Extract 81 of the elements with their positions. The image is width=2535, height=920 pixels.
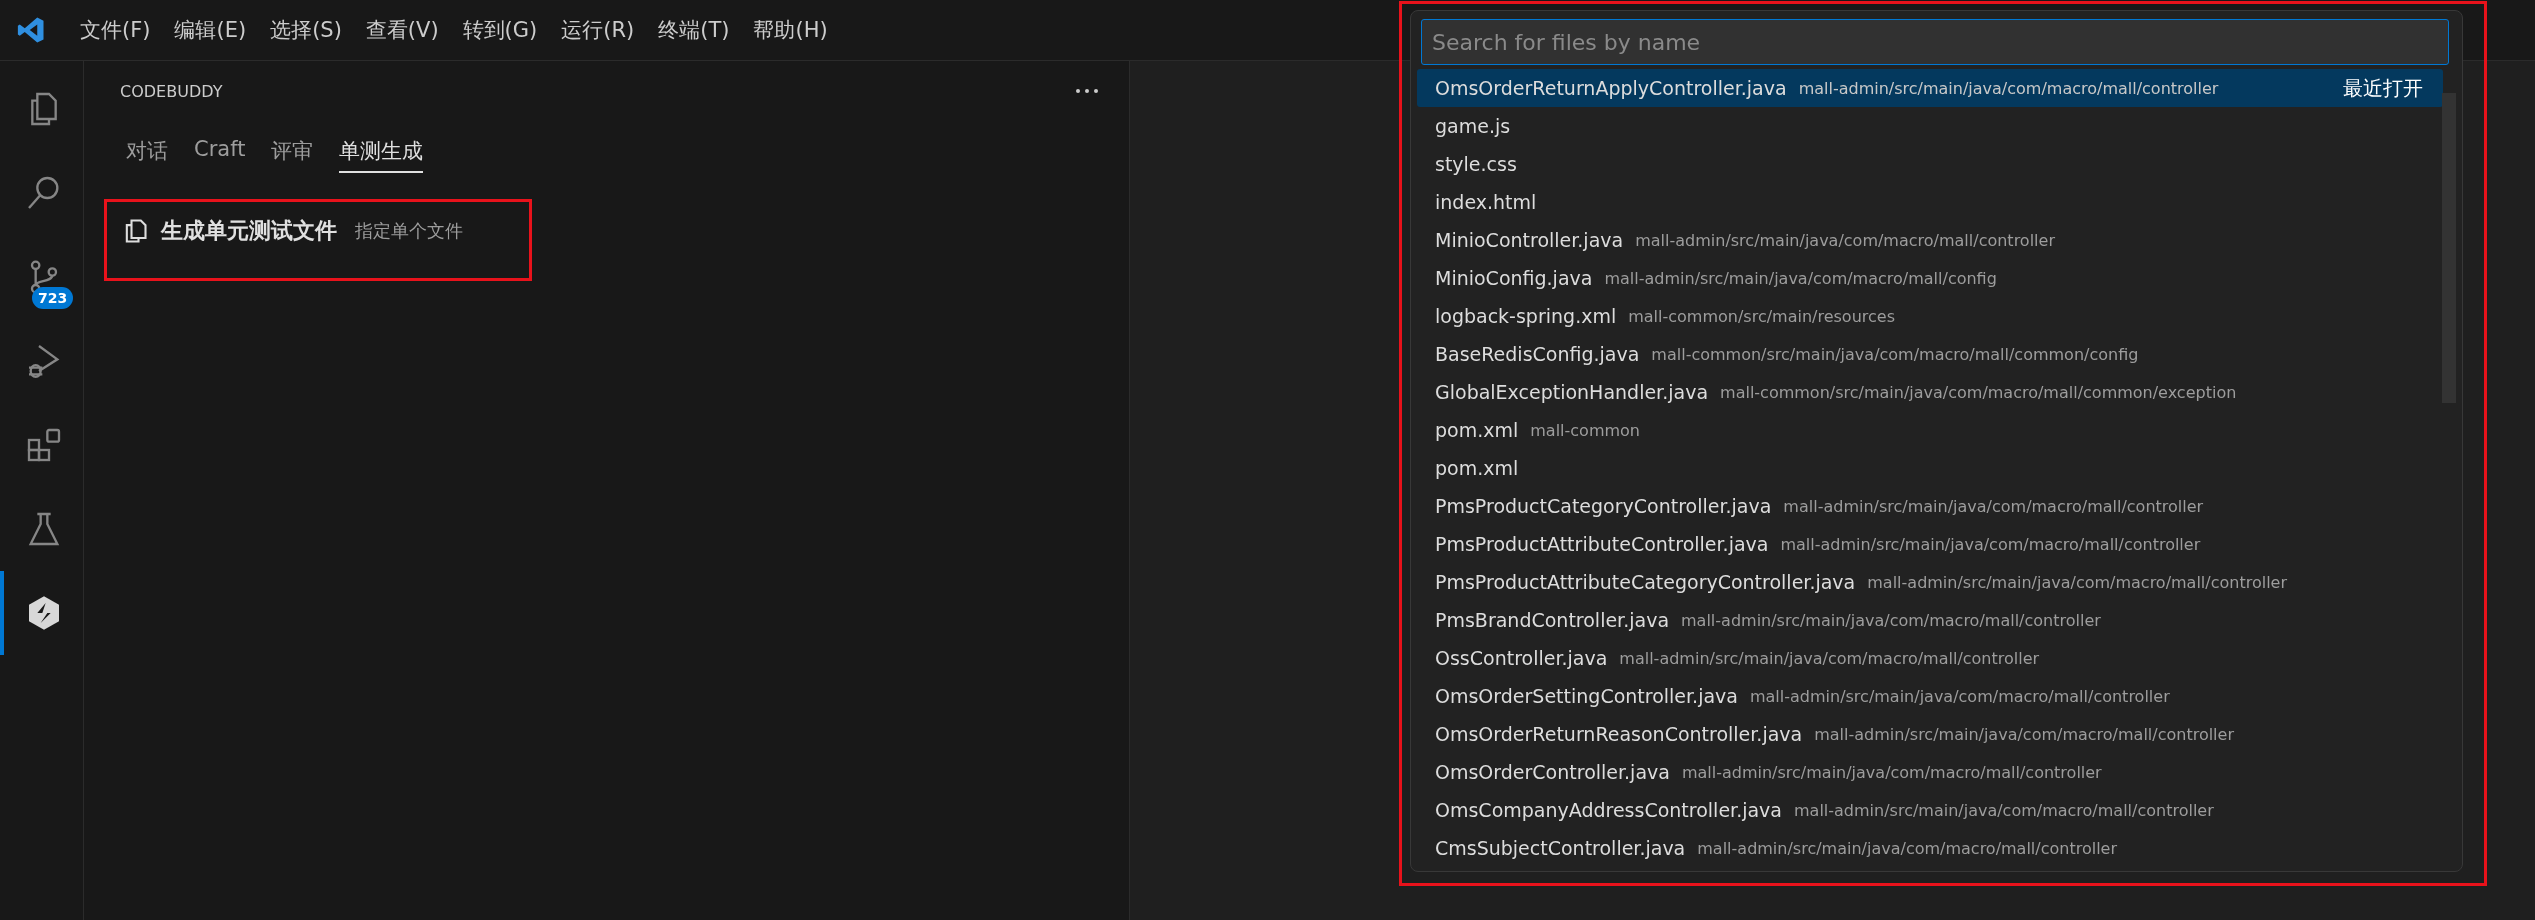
- file-path: mall-admin/src/main/java/com/macro/mall/controller: [1867, 572, 2288, 592]
- file-name: OssController.java: [1435, 647, 1608, 669]
- file-result[interactable]: style.css: [1417, 145, 2443, 183]
- recent-label: 最近打开: [2343, 74, 2423, 102]
- file-result[interactable]: OssController.java mall-admin/src/main/java/com/macro/mall/controller: [1417, 639, 2443, 677]
- panel-title: CODEBUDDY: [120, 81, 223, 101]
- source-control-tab[interactable]: 723: [0, 235, 83, 319]
- file-name: BaseRedisConfig.java: [1435, 343, 1640, 365]
- action-title[interactable]: 生成单元测试文件: [161, 216, 337, 246]
- file-path: mall-admin/src/main/java/com/macro/mall/controller: [1635, 230, 2055, 250]
- file-path: mall-admin/src/main/java/com/macro/mall/controller: [1749, 686, 2170, 706]
- file-name: PmsProductAttributeController.java: [1435, 533, 1769, 555]
- menu-item[interactable]: 转到(G): [450, 16, 550, 44]
- file-result[interactable]: OmsOrderReturnReasonController.java mall-admin/src/main/java/com/macro/mall/controller: [1417, 715, 2443, 753]
- file-name: logback-spring.xml: [1435, 305, 1617, 327]
- file-result[interactable]: PmsProductCategoryController.java mall-admin/src/main/java/com/macro/mall/controller: [1417, 487, 2443, 525]
- file-name: index.html: [1435, 191, 1537, 213]
- menu-item[interactable]: 运行(R): [549, 16, 647, 44]
- file-result[interactable]: BaseRedisConfig.java mall-common/src/main/java/com/macro/mall/common/config: [1417, 335, 2443, 373]
- file-path: mall-common/src/main/java/com/macro/mall/common/exception: [1720, 382, 2237, 402]
- file-path: mall-admin/src/main/java/com/macro/mall/controller: [1814, 724, 2234, 744]
- file-name: CmsSubjectController.java: [1435, 837, 1686, 859]
- file-result[interactable]: pom.xml mall-common: [1417, 411, 2443, 449]
- file-name: OmsOrderReturnReasonController.java: [1435, 723, 1803, 745]
- file-path: mall-admin/src/main/java/com/macro/mall/controller: [1681, 610, 2101, 630]
- menu-item[interactable]: 查看(V): [353, 16, 451, 44]
- logo-icon: [16, 15, 46, 45]
- file-path: mall-admin/src/main/java/com/macro/mall/controller: [1794, 800, 2214, 820]
- file-result[interactable]: OmsOrderController.java mall-admin/src/main/java/com/macro/mall/controller: [1417, 753, 2443, 791]
- file-path: mall-admin/src/main/java/com/macro/mall/controller: [1619, 648, 2040, 668]
- file-name: PmsProductCategoryController.java: [1435, 495, 1772, 517]
- file-result[interactable]: OmsOrderSettingController.java mall-admin/src/main/java/com/macro/mall/controller: [1417, 677, 2443, 715]
- menu-item[interactable]: 编辑(E): [162, 16, 259, 44]
- file-name: GlobalExceptionHandler.java: [1435, 381, 1709, 403]
- search-field[interactable]: Search for files by name: [1421, 19, 2449, 65]
- file-result[interactable]: PmsProductAttributeController.java mall-admin/src/main/java/com/macro/mall/controller: [1417, 525, 2443, 563]
- file-path: mall-admin/src/main/java/com/macro/mall/controller: [1798, 78, 2219, 98]
- count-badge: 723: [32, 287, 74, 309]
- menu-item[interactable]: 选择(S): [258, 16, 354, 44]
- file-path: mall-admin/src/main/java/com/macro/mall/controller: [1697, 838, 2118, 858]
- file-result[interactable]: index.html: [1417, 183, 2443, 221]
- more-icon[interactable]: [1075, 88, 1099, 94]
- file-name: OmsOrderSettingController.java: [1435, 685, 1738, 707]
- file-result[interactable]: logback-spring.xml mall-common/src/main/resources: [1417, 297, 2443, 335]
- file-name: OmsOrderController.java: [1435, 761, 1670, 783]
- scrollbar[interactable]: [2442, 93, 2456, 403]
- file-path: mall-common: [1530, 420, 1640, 440]
- file-name: OmsCompanyAddressController.java: [1435, 799, 1782, 821]
- panel-tab[interactable]: 对话: [126, 131, 168, 173]
- file-result[interactable]: CmsSubjectController.java mall-admin/src/main/java/com/macro/mall/controller: [1417, 829, 2443, 867]
- panel-tab[interactable]: 单测生成: [339, 131, 424, 173]
- file-result[interactable]: PmsBrandController.java mall-admin/src/main/java/com/macro/mall/controller: [1417, 601, 2443, 639]
- file-result[interactable]: MinioConfig.java mall-admin/src/main/java/com/macro/mall/config: [1417, 259, 2443, 297]
- panel-tab[interactable]: 评审: [271, 131, 314, 173]
- file-result[interactable]: MinioController.java mall-admin/src/main/java/com/macro/mall/controller: [1417, 221, 2443, 259]
- file-path: mall-admin/src/main/java/com/macro/mall/config: [1604, 268, 1997, 288]
- file-path: mall-common/src/main/resources: [1628, 306, 1895, 326]
- file-name: MinioConfig.java: [1435, 267, 1593, 289]
- file-name: PmsBrandController.java: [1435, 609, 1670, 631]
- file-result[interactable]: PmsProductAttributeCategoryController.java mall-admin/src/main/java/com/macro/mall/controller: [1417, 563, 2443, 601]
- file-name: PmsProductAttributeCategoryController.java: [1435, 571, 1856, 593]
- panel-tab[interactable]: Craft: [194, 131, 246, 173]
- file-path: mall-admin/src/main/java/com/macro/mall/controller: [1783, 496, 2204, 516]
- file-result[interactable]: game.js: [1417, 107, 2443, 145]
- action-description: 指定单个文件: [355, 219, 463, 243]
- file-name: OmsOrderReturnApplyController.java: [1435, 77, 1787, 99]
- file-path: mall-admin/src/main/java/com/macro/mall/controller: [1681, 762, 2102, 782]
- file-result[interactable]: OmsOrderReturnApplyController.java mall-admin/src/main/java/com/macro/mall/controller 最近打开: [1417, 69, 2443, 107]
- file-result[interactable]: pom.xml: [1417, 449, 2443, 487]
- file-result[interactable]: OmsCompanyAddressController.java mall-admin/src/main/java/com/macro/mall/controller: [1417, 791, 2443, 829]
- menu-item[interactable]: 终端(T): [646, 16, 742, 44]
- file-result[interactable]: GlobalExceptionHandler.java mall-common/src/main/java/com/macro/mall/common/exception: [1417, 373, 2443, 411]
- menu-item[interactable]: 文件(F): [68, 16, 163, 44]
- menu-item[interactable]: 帮助(H): [741, 16, 840, 44]
- file-path: mall-admin/src/main/java/com/macro/mall/controller: [1780, 534, 2201, 554]
- file-name: game.js: [1435, 115, 1511, 137]
- file-name: pom.xml: [1435, 419, 1519, 441]
- file-name: pom.xml: [1435, 457, 1519, 479]
- file-name: MinioController.java: [1435, 229, 1624, 251]
- file-name: style.css: [1435, 153, 1517, 175]
- file-path: mall-common/src/main/java/com/macro/mall/common/config: [1651, 344, 2139, 364]
